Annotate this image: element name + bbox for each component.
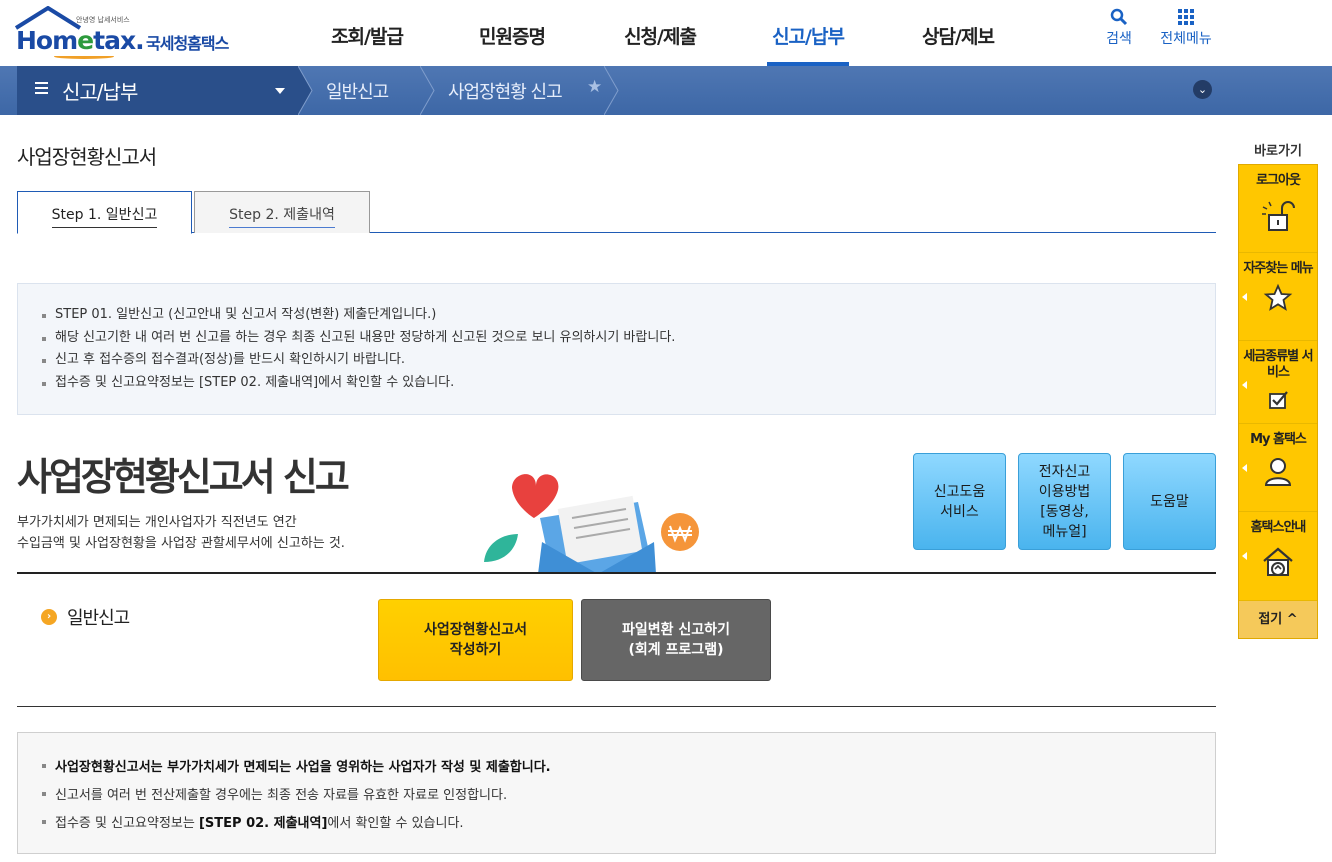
- grid-menu-icon: [1178, 9, 1194, 25]
- step-notice-box: STEP 01. 일반신고 (신고안내 및 신고서 작성(변환) 제출단계입니다…: [17, 283, 1216, 415]
- user-icon: [1264, 458, 1292, 486]
- logo-swoosh: [54, 54, 114, 59]
- notice-item: 신고서를 여러 번 전산제출할 경우에는 최종 전송 자료를 유효한 자료로 인…: [42, 782, 1215, 810]
- location-home-dropdown[interactable]: 신고/납부: [17, 66, 298, 115]
- quick-fold-button[interactable]: 접기 ^: [1239, 600, 1317, 638]
- star-icon: [1263, 283, 1293, 311]
- quick-logout[interactable]: 로그아웃: [1239, 165, 1317, 253]
- quick-tax-type-service[interactable]: 세금종류별 서비스: [1239, 341, 1317, 424]
- notice-item: 접수증 및 신고요약정보는 [STEP 02. 제출내역]에서 확인할 수 있습…: [42, 810, 1215, 838]
- search-label: 검색: [1106, 31, 1132, 47]
- arrow-left-icon: [1242, 381, 1247, 389]
- location-bar: 신고/납부 일반신고 사업장현황 신고 ★ ⌄: [0, 66, 1332, 115]
- file-convert-report-button[interactable]: 파일변환 신고하기 (회계 프로그램): [581, 599, 771, 681]
- logo-korean: 국세청홈택스: [146, 34, 229, 53]
- expand-chevron-icon[interactable]: ⌄: [1193, 80, 1212, 99]
- notice-item: 해당 신고기한 내 여러 번 신고를 하는 경우 최종 신고된 내용만 정당하게…: [42, 327, 1215, 350]
- nav-inquiry[interactable]: 조회/발급: [325, 0, 409, 66]
- breadcrumb-separator: [604, 66, 619, 115]
- search-button[interactable]: 검색: [1100, 6, 1138, 48]
- quick-menu: 바로가기 로그아웃 자주찾는 메뉴 세금종류별 서비스 My 홈택스 홈택스안내…: [1238, 140, 1318, 639]
- hamburger-icon: [35, 82, 48, 96]
- breadcrumb-separator: [298, 66, 313, 115]
- envelope-illustration: [484, 474, 699, 574]
- quick-my-hometax[interactable]: My 홈택스: [1239, 424, 1317, 512]
- nav-report-pay[interactable]: 신고/납부: [767, 0, 849, 66]
- quick-hometax-guide[interactable]: 홈택스안내: [1239, 512, 1317, 600]
- checkbox-icon: [1269, 391, 1288, 409]
- step-tabs: Step 1. 일반신고 Step 2. 제출내역: [17, 191, 1216, 234]
- favorite-star-icon[interactable]: ★: [587, 77, 602, 97]
- arrow-bullet-icon: ›: [41, 609, 57, 625]
- chevron-up-icon: ^: [1286, 612, 1298, 627]
- write-report-button[interactable]: 사업장현황신고서 작성하기: [378, 599, 573, 681]
- report-heading: 사업장현황신고서 신고: [17, 455, 350, 499]
- tab-step2-submission-history[interactable]: Step 2. 제출내역: [194, 191, 370, 233]
- report-description: 부가가치세가 면제되는 개인사업자가 직전년도 연간 수입금액 및 사업장현황을…: [17, 515, 345, 551]
- arrow-left-icon: [1242, 293, 1247, 301]
- report-help-service-button[interactable]: 신고도움 서비스: [913, 453, 1006, 550]
- logo-brand: Hometax.: [16, 26, 145, 55]
- breadcrumb-separator: [420, 66, 435, 115]
- nav-apply[interactable]: 신청/제출: [619, 0, 701, 66]
- all-menu-label: 전체메뉴: [1160, 31, 1212, 47]
- all-menu-button[interactable]: 전체메뉴: [1155, 6, 1217, 48]
- location-home-label: 신고/납부: [62, 80, 138, 104]
- quick-menu-title: 바로가기: [1254, 144, 1302, 159]
- e-filing-guide-button[interactable]: 전자신고 이용방법 [동영상, 메뉴얼]: [1018, 453, 1111, 550]
- global-nav: 조회/발급 민원증명 신청/제출 신고/납부 상담/제보: [292, 0, 999, 66]
- nav-consult[interactable]: 상담/제보: [917, 0, 999, 66]
- notice-item: STEP 01. 일반신고 (신고안내 및 신고서 작성(변환) 제출단계입니다…: [42, 304, 1215, 327]
- quick-menu-box: 로그아웃 자주찾는 메뉴 세금종류별 서비스 My 홈택스 홈택스안내 접기 ^: [1238, 164, 1318, 639]
- notice-item: 접수증 및 신고요약정보는 [STEP 02. 제출내역]에서 확인할 수 있습…: [42, 372, 1215, 395]
- section-divider: [17, 572, 1216, 574]
- arrow-left-icon: [1242, 552, 1247, 560]
- top-header: 안녕영 납세서비스 Hometax. 국세청홈택스 조회/발급 민원증명 신청/…: [0, 0, 1332, 66]
- quick-favorite-menu[interactable]: 자주찾는 메뉴: [1239, 253, 1317, 341]
- nav-certificate[interactable]: 민원증명: [475, 0, 549, 66]
- report-notice-box: 사업장현황신고서는 부가가치세가 면제되는 사업을 영위하는 사업자가 작성 및…: [17, 732, 1216, 854]
- logo-tagline: 안녕영 납세서비스: [76, 16, 130, 24]
- section-divider: [17, 706, 1216, 707]
- unlock-icon: [1262, 201, 1295, 231]
- hometax-logo[interactable]: 안녕영 납세서비스 Hometax. 국세청홈택스: [14, 6, 244, 62]
- general-report-label: › 일반신고: [41, 604, 130, 630]
- breadcrumb-business-status-report[interactable]: 사업장현황 신고: [448, 78, 563, 104]
- tab-step1-general-report[interactable]: Step 1. 일반신고: [17, 191, 192, 234]
- notice-item: 신고 후 접수증의 접수결과(정상)를 반드시 확인하시기 바랍니다.: [42, 349, 1215, 372]
- arrow-left-icon: [1242, 464, 1247, 472]
- caret-down-icon: [275, 88, 285, 94]
- page-title: 사업장현황신고서: [17, 145, 157, 169]
- search-icon: [1110, 8, 1128, 26]
- notice-item: 사업장현황신고서는 부가가치세가 면제되는 사업을 영위하는 사업자가 작성 및…: [42, 754, 1215, 782]
- help-button[interactable]: 도움말: [1123, 453, 1216, 550]
- breadcrumb-general-report[interactable]: 일반신고: [326, 78, 389, 104]
- home-guide-icon: [1263, 547, 1293, 576]
